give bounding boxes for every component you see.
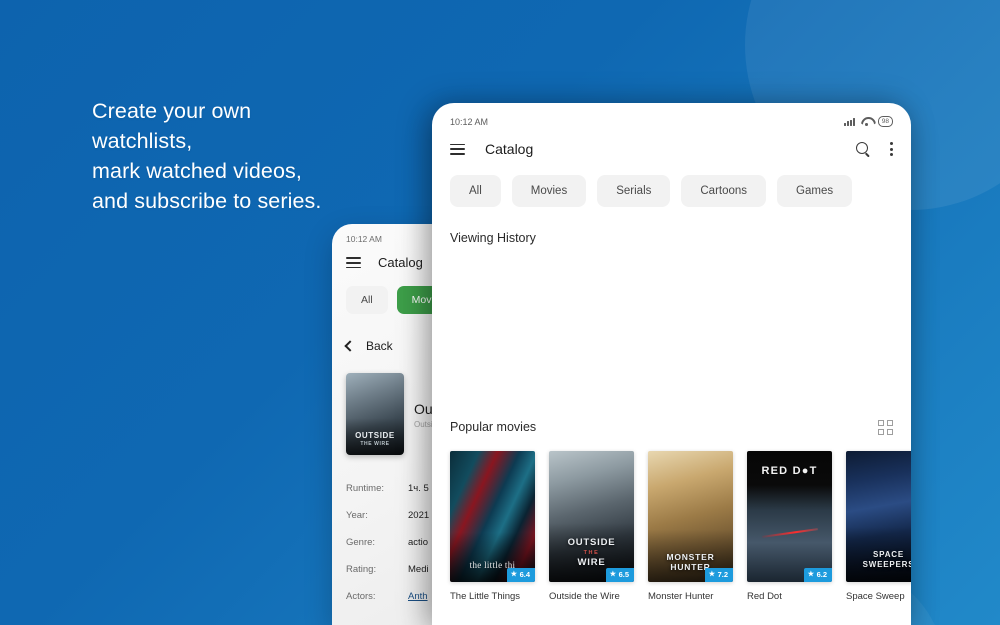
status-badge: ★ 6.2 (803, 567, 832, 582)
detail-key: Year: (346, 509, 368, 521)
detail-value: 2021 (408, 509, 430, 521)
wifi-icon (861, 117, 872, 126)
status-badge: ★ 6.4 (506, 567, 535, 582)
movie-title: Monster Hunter (648, 590, 714, 602)
movie-title: Red Dot (747, 590, 782, 602)
list-item[interactable]: OUTSIDE THE WIRE ★ 6.5 Outside the Wire (549, 450, 634, 602)
movie-poster[interactable]: RED D●T ★ 6.2 (747, 450, 832, 582)
status-badge: ★ 6.5 (605, 567, 634, 582)
signal-icon (844, 117, 855, 126)
list-item[interactable]: SPACE SWEEPERS Space Sweep (846, 450, 911, 602)
chip-games[interactable]: Games (777, 174, 853, 207)
rating-value: 7.2 (717, 570, 728, 580)
popular-movies-list: the little thi ★ 6.4 The Little Things O… (432, 435, 911, 602)
movie-title: Space Sweep (846, 590, 905, 602)
star-icon: ★ (807, 571, 815, 579)
detail-value: 1ч. 5 (408, 482, 429, 494)
back-poster-overlay-text: OUTSIDE THE WIRE (355, 430, 395, 447)
page-title: Catalog (485, 141, 534, 158)
chevron-left-icon (344, 339, 356, 352)
movie-poster[interactable]: the little thi ★ 6.4 (450, 450, 535, 582)
detail-value-link[interactable]: Anth (408, 591, 428, 602)
movie-poster[interactable]: OUTSIDE THE WIRE ★ 6.5 (549, 450, 634, 582)
grid-view-icon[interactable] (878, 419, 893, 435)
star-icon: ★ (708, 571, 716, 579)
popular-movies-title: Popular movies (450, 420, 537, 435)
popular-movies-header: Popular movies (432, 410, 911, 435)
movie-title: The Little Things (450, 590, 521, 602)
detail-value: Medi (408, 563, 429, 575)
detail-key: Runtime: (346, 482, 385, 494)
rating-value: 6.5 (618, 570, 629, 580)
app-bar: Catalog (432, 127, 911, 159)
poster-overlay-text: SPACE SWEEPERS (862, 549, 911, 569)
back-app-title: Catalog (378, 255, 423, 271)
hamburger-icon[interactable] (346, 254, 361, 272)
chip-all[interactable]: All (450, 174, 501, 207)
list-item[interactable]: MONSTER HUNTER ★ 7.2 Monster Hunter (648, 450, 733, 602)
category-chip-row: All Movies Serials Cartoons Games (432, 159, 911, 207)
rating-value: 6.2 (816, 570, 827, 580)
chip-movies[interactable]: Movies (511, 174, 587, 207)
search-icon[interactable] (856, 142, 870, 156)
status-badge: ★ 7.2 (704, 567, 733, 582)
rating-value: 6.4 (519, 570, 530, 580)
star-icon: ★ (510, 571, 518, 579)
chip-cartoons[interactable]: Cartoons (681, 174, 767, 207)
list-item[interactable]: the little thi ★ 6.4 The Little Things (450, 450, 535, 602)
poster-overlay-text: OUTSIDE THE WIRE (567, 536, 616, 568)
detail-key: Rating: (346, 563, 377, 575)
hamburger-icon[interactable] (450, 141, 465, 159)
promo-banner: Create your own watchlists, mark watched… (0, 0, 1000, 625)
list-item[interactable]: RED D●T ★ 6.2 Red Dot (747, 450, 832, 602)
movie-title: Outside the Wire (549, 590, 620, 602)
back-chip-all[interactable]: All (346, 285, 388, 314)
poster-overlay-text: RED D●T (761, 464, 818, 477)
primary-phone-mockup: 10:12 AM 98 Catalog All Movies Serials C… (432, 103, 911, 625)
detail-key: Genre: (346, 536, 376, 548)
page-title: Create your own watchlists, mark watched… (92, 99, 322, 213)
kebab-menu-icon[interactable] (890, 140, 893, 159)
movie-poster[interactable]: MONSTER HUNTER ★ 7.2 (648, 450, 733, 582)
movie-poster[interactable]: SPACE SWEEPERS (846, 450, 911, 582)
status-indicators: 98 (844, 116, 893, 127)
chip-serials[interactable]: Serials (597, 174, 671, 207)
back-movie-poster[interactable]: OUTSIDE THE WIRE (346, 372, 404, 455)
star-icon: ★ (609, 571, 617, 579)
detail-value: actio (408, 536, 429, 548)
status-bar: 10:12 AM 98 (432, 103, 911, 127)
status-time: 10:12 AM (450, 116, 489, 127)
empty-state: This list is empty Here you will find a … (432, 245, 911, 410)
back-button-label: Back (366, 338, 393, 353)
detail-key: Actors: (346, 590, 376, 602)
viewing-history-title: Viewing History (450, 230, 536, 245)
battery-icon: 98 (877, 116, 893, 127)
